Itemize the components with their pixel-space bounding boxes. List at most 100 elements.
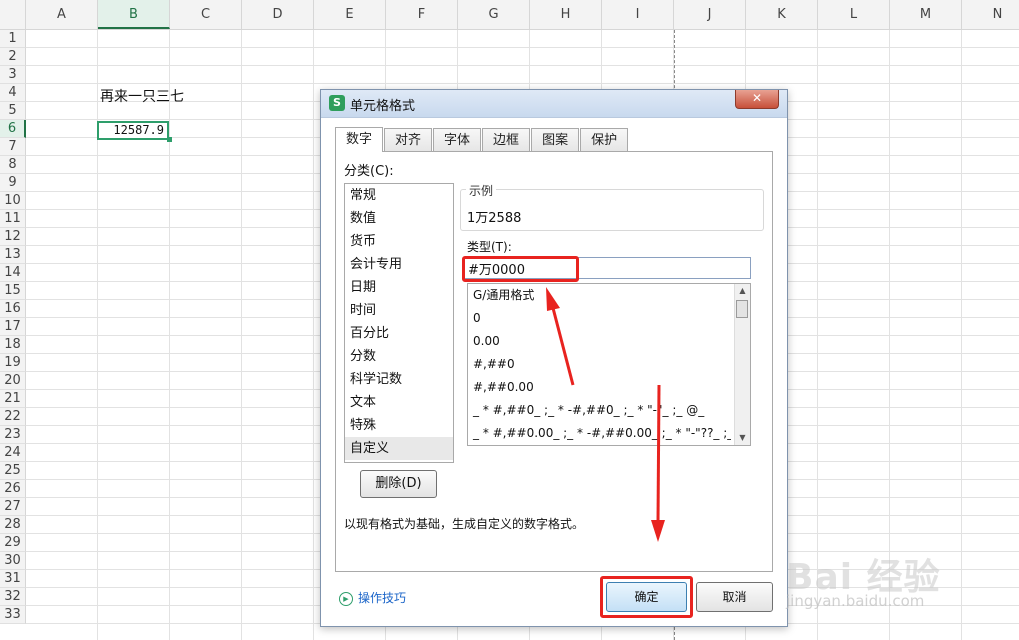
- category-list[interactable]: 常规 数值 货币 会计专用 日期 时间 百分比 分数 科学记数 文本 特殊 自定…: [344, 183, 454, 463]
- category-item-custom[interactable]: 自定义: [345, 437, 453, 460]
- format-item[interactable]: #,##0.00: [468, 376, 731, 399]
- column-header[interactable]: N: [962, 0, 1019, 29]
- tab-alignment[interactable]: 对齐: [384, 128, 433, 151]
- number-tab-panel: 分类(C): 常规 数值 货币 会计专用 日期 时间 百分比 分数 科学记数 文…: [335, 151, 773, 572]
- category-item-general[interactable]: 常规: [345, 184, 453, 207]
- row-header[interactable]: 13: [0, 246, 26, 264]
- cancel-button[interactable]: 取消: [696, 582, 773, 612]
- format-list[interactable]: G/通用格式 0 0.00 #,##0 #,##0.00 _ * #,##0_ …: [467, 283, 751, 446]
- category-item-scientific[interactable]: 科学记数: [345, 368, 453, 391]
- tips-link-label[interactable]: 操作技巧: [358, 591, 406, 605]
- format-item[interactable]: #,##0: [468, 353, 731, 376]
- format-item[interactable]: _ * #,##0_ ;_ * -#,##0_ ;_ * "-"_ ;_ @_: [468, 399, 731, 422]
- row-header[interactable]: 25: [0, 462, 26, 480]
- category-label: 分类(C):: [344, 164, 394, 179]
- cell-b4[interactable]: 再来一只三七: [100, 86, 184, 106]
- tab-number[interactable]: 数字: [335, 127, 384, 152]
- row-header[interactable]: 21: [0, 390, 26, 408]
- column-header[interactable]: F: [386, 0, 458, 29]
- baidu-watermark-url: jingyan.baidu.com: [786, 592, 925, 610]
- row-header[interactable]: 14: [0, 264, 26, 282]
- row-header[interactable]: 28: [0, 516, 26, 534]
- category-item-text[interactable]: 文本: [345, 391, 453, 414]
- row-header[interactable]: 26: [0, 480, 26, 498]
- row-header[interactable]: 8: [0, 156, 26, 174]
- sample-value: 1万2588: [467, 211, 522, 226]
- format-item[interactable]: 0.00: [468, 330, 731, 353]
- column-header[interactable]: E: [314, 0, 386, 29]
- column-header[interactable]: H: [530, 0, 602, 29]
- tab-border[interactable]: 边框: [482, 128, 531, 151]
- tab-bar: 数字 对齐 字体 边框 图案 保护: [335, 127, 629, 152]
- row-header[interactable]: 11: [0, 210, 26, 228]
- row-header[interactable]: 22: [0, 408, 26, 426]
- cell-b6-selected[interactable]: 12587.9: [97, 121, 169, 140]
- format-item[interactable]: 0: [468, 307, 731, 330]
- row-header[interactable]: 19: [0, 354, 26, 372]
- row-header[interactable]: 7: [0, 138, 26, 156]
- column-header[interactable]: B: [98, 0, 170, 29]
- column-header[interactable]: A: [26, 0, 98, 29]
- format-item[interactable]: _ * #,##0.00_ ;_ * -#,##0.00_ ;_ * "-"??…: [468, 422, 731, 445]
- row-header[interactable]: 10: [0, 192, 26, 210]
- tab-pattern[interactable]: 图案: [531, 128, 580, 151]
- tab-protection[interactable]: 保护: [580, 128, 629, 151]
- dialog-titlebar[interactable]: S 单元格格式 ✕: [321, 90, 787, 118]
- row-header[interactable]: 12: [0, 228, 26, 246]
- row-header[interactable]: 30: [0, 552, 26, 570]
- row-header[interactable]: 3: [0, 66, 26, 84]
- column-headers: ABCDEFGHIJKLMN: [26, 0, 1019, 30]
- column-header[interactable]: L: [818, 0, 890, 29]
- column-header[interactable]: G: [458, 0, 530, 29]
- row-header[interactable]: 4: [0, 84, 26, 102]
- row-header[interactable]: 33: [0, 606, 26, 624]
- category-item-special[interactable]: 特殊: [345, 414, 453, 437]
- category-item-fraction[interactable]: 分数: [345, 345, 453, 368]
- row-header[interactable]: 2: [0, 48, 26, 66]
- format-list-scrollbar[interactable]: ▲ ▼: [734, 284, 750, 445]
- select-all-corner[interactable]: [0, 0, 26, 30]
- format-cells-dialog: S 单元格格式 ✕ 数字 对齐 字体 边框 图案 保护 分类(C): 常规 数值…: [320, 89, 788, 627]
- row-header[interactable]: 16: [0, 300, 26, 318]
- row-header[interactable]: 18: [0, 336, 26, 354]
- ok-button-highlight: [600, 576, 693, 618]
- category-item-time[interactable]: 时间: [345, 299, 453, 322]
- row-header[interactable]: 6: [0, 120, 26, 138]
- column-header[interactable]: J: [674, 0, 746, 29]
- row-header[interactable]: 1: [0, 30, 26, 48]
- row-header[interactable]: 17: [0, 318, 26, 336]
- scroll-thumb[interactable]: [736, 300, 748, 318]
- row-header[interactable]: 5: [0, 102, 26, 120]
- row-header[interactable]: 23: [0, 426, 26, 444]
- row-header[interactable]: 29: [0, 534, 26, 552]
- column-header[interactable]: M: [890, 0, 962, 29]
- category-item-date[interactable]: 日期: [345, 276, 453, 299]
- row-header[interactable]: 20: [0, 372, 26, 390]
- scroll-up-arrow-icon[interactable]: ▲: [735, 284, 750, 298]
- tab-font[interactable]: 字体: [433, 128, 482, 151]
- tips-link[interactable]: ▶ 操作技巧: [339, 589, 406, 606]
- category-item-percentage[interactable]: 百分比: [345, 322, 453, 345]
- row-headers: 1 2 3 4 5 6 7 8 9 10 11 12 13 14 15 16 17 18 19 20 21 22 23 24 2…: [0, 30, 26, 624]
- row-header[interactable]: 9: [0, 174, 26, 192]
- column-header[interactable]: D: [242, 0, 314, 29]
- row-header[interactable]: 31: [0, 570, 26, 588]
- row-header[interactable]: 15: [0, 282, 26, 300]
- delete-button[interactable]: 删除(D): [360, 470, 437, 498]
- scroll-down-arrow-icon[interactable]: ▼: [735, 431, 750, 445]
- fill-handle[interactable]: [167, 137, 172, 142]
- row-header[interactable]: 32: [0, 588, 26, 606]
- row-header[interactable]: 27: [0, 498, 26, 516]
- column-header[interactable]: K: [746, 0, 818, 29]
- category-item-accounting[interactable]: 会计专用: [345, 253, 453, 276]
- category-item-number[interactable]: 数值: [345, 207, 453, 230]
- close-button[interactable]: ✕: [735, 90, 779, 109]
- row-header[interactable]: 24: [0, 444, 26, 462]
- column-header[interactable]: I: [602, 0, 674, 29]
- wps-sheet-icon: S: [329, 95, 345, 111]
- format-item[interactable]: G/通用格式: [468, 284, 731, 307]
- column-header[interactable]: C: [170, 0, 242, 29]
- custom-format-hint: 以现有格式为基础，生成自定义的数字格式。: [344, 517, 585, 531]
- category-item-currency[interactable]: 货币: [345, 230, 453, 253]
- type-label: 类型(T):: [467, 240, 512, 254]
